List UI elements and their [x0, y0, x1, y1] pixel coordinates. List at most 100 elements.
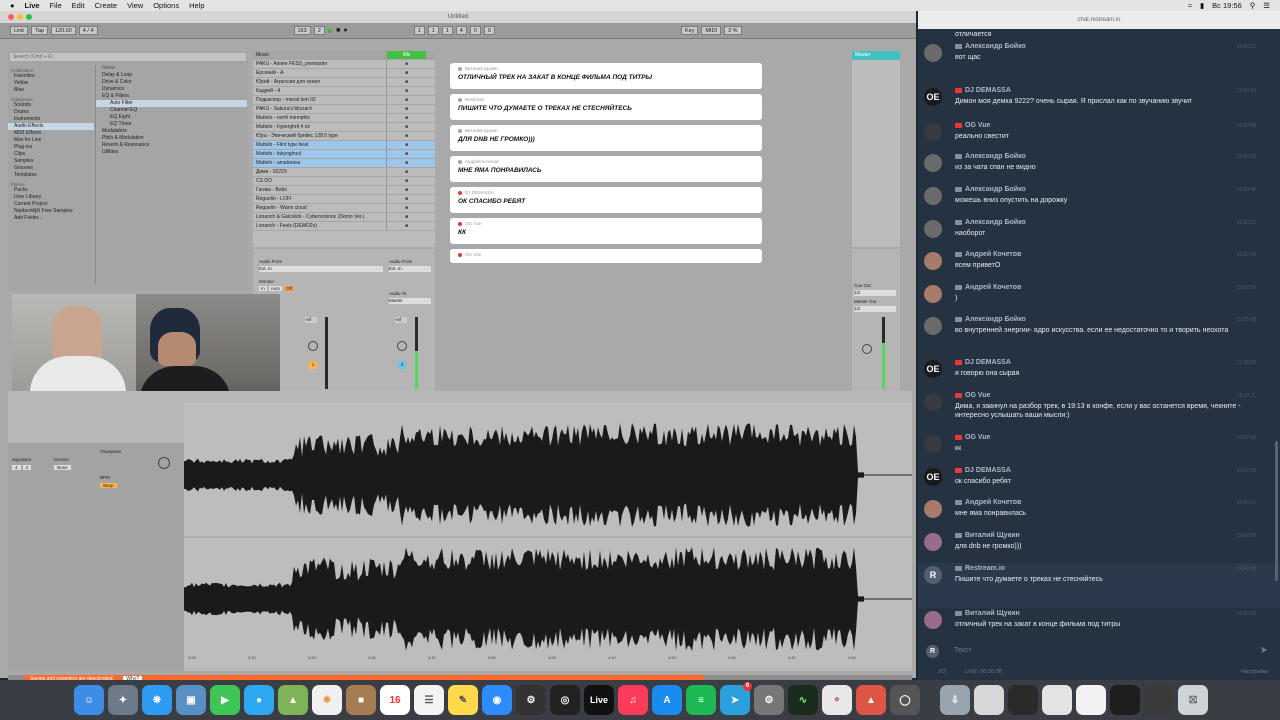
waveform-display[interactable] — [184, 403, 912, 667]
clip-stop-button[interactable]: ■ — [386, 123, 426, 131]
chat-message[interactable]: Александр Бойко 19:30:22 наоборот — [918, 217, 1280, 249]
collection-blue[interactable]: Blue — [8, 87, 94, 94]
recent-window-icon[interactable] — [1042, 685, 1072, 715]
clip-slot-row[interactable]: Подкаспер - menal tem 02 ■ — [253, 96, 435, 105]
obs-icon[interactable]: ◎ — [550, 685, 580, 715]
restream-icon[interactable]: ⚬ — [822, 685, 852, 715]
chat-author[interactable]: Александр Бойко — [965, 219, 1026, 226]
clip-name[interactable]: Mattelo - Flint type beat — [256, 141, 386, 149]
clip-name[interactable]: Ерсений - A — [256, 69, 386, 77]
loop-length-bar[interactable]: 4 — [455, 26, 467, 35]
clip-name[interactable]: Гагика - Bobs — [256, 186, 386, 194]
chat-message[interactable]: Андрей Кочетов 19:32:54 всем приветО — [918, 249, 1280, 282]
menu-file[interactable]: File — [50, 1, 62, 10]
menu-edit[interactable]: Edit — [72, 1, 85, 10]
chat-author[interactable]: DJ DEMASSA — [965, 87, 1011, 94]
zoom-icon[interactable]: ◉ — [482, 685, 512, 715]
clip-name[interactable]: Юра - Эпический брейкс 128.5 type — [256, 132, 386, 140]
loop-start-bar[interactable]: 1 — [413, 26, 425, 35]
chat-input[interactable]: Текст — [954, 647, 972, 654]
clip-slot-row[interactable]: Юра - Эпический брейкс 128.5 type ■ — [253, 132, 435, 141]
recent-window-icon[interactable] — [1076, 685, 1106, 715]
clip-slot-row[interactable]: Mattelo - hyperghrit 4 ox ■ — [253, 123, 435, 132]
apple-icon[interactable]: ● — [10, 1, 15, 10]
menubar-clock[interactable]: Вс 19:56 — [1212, 1, 1242, 10]
track-header-music[interactable]: Music Mic — [253, 51, 435, 60]
clip-stop-button[interactable]: ■ — [386, 87, 426, 95]
clip-stop-button[interactable]: ■ — [386, 168, 426, 176]
clip-name[interactable]: Mattelo - amaterasu — [256, 159, 386, 167]
clip-slot-row[interactable]: Ерсений - A ■ — [253, 69, 435, 78]
recent-window-icon[interactable] — [974, 685, 1004, 715]
chat-message[interactable]: Андрей Кочетов 19:32:59) — [918, 282, 1280, 314]
tap-button[interactable]: Tap — [31, 26, 48, 35]
chat-author[interactable]: Андрей Кочетов — [965, 284, 1021, 291]
chat-message[interactable]: OE DJ DEMASSA 19:36:26 я говорю она сырая — [918, 357, 1280, 390]
device-auto-filter[interactable]: Auto Filter — [96, 100, 247, 107]
cue-out-select[interactable]: 1/2 — [854, 290, 896, 296]
clip-name[interactable]: Подкаспер - menal tem 02 — [256, 96, 386, 104]
mic-pan-knob-icon[interactable] — [397, 341, 407, 351]
chat-author[interactable]: Александр Бойко — [965, 153, 1026, 160]
close-window-button[interactable] — [8, 14, 14, 20]
arrangement-pos-beat[interactable]: 2 — [313, 26, 325, 35]
mic-audio-from-select[interactable]: Ext. In — [389, 266, 431, 272]
chrome-icon[interactable]: ◯ — [890, 685, 920, 715]
calendar-icon[interactable]: 16 — [380, 685, 410, 715]
spotify-icon[interactable]: ≡ — [686, 685, 716, 715]
clip-slot-row[interactable]: PAKU - Aimee FESS_premaster ■ — [253, 60, 435, 69]
chat-message[interactable]: Виталий Щукин 19:42:58 для dnb не громко))… — [918, 530, 1280, 563]
chat-message[interactable]: Александр Бойко 19:29:35 из за чата спан н… — [918, 151, 1280, 184]
chat-author[interactable]: Андрей Кочетов — [965, 251, 1021, 258]
link-button[interactable]: Link — [10, 26, 29, 35]
clip-stop-button[interactable]: ■ — [386, 96, 426, 104]
clip-stop-button[interactable]: ■ — [386, 186, 426, 194]
downloads-folder-icon[interactable]: ⇩ — [940, 685, 970, 715]
signature-numerator[interactable]: 4 — [12, 465, 21, 470]
clip-slot-row[interactable]: PAKU - Sakura's blizzard ■ — [253, 105, 435, 114]
search-icon[interactable]: ⚲ — [1250, 1, 1256, 10]
safari-icon[interactable]: ❋ — [142, 685, 172, 715]
clip-stop-button[interactable]: ■ — [386, 132, 426, 140]
messages-icon[interactable]: ● — [244, 685, 274, 715]
app-store-icon[interactable]: A — [652, 685, 682, 715]
master-pan-knob-icon[interactable] — [862, 344, 872, 354]
system-prefs-icon[interactable]: ⚙ — [516, 685, 546, 715]
notes-icon[interactable]: ✎ — [448, 685, 478, 715]
chat-message[interactable]: Александр Бойко 19:35:48 во внутренней эне… — [918, 314, 1280, 357]
recent-window-icon[interactable] — [1008, 685, 1038, 715]
master-track-header[interactable]: Master — [852, 51, 900, 60]
wifi-icon[interactable]: ≈ — [1188, 1, 1192, 10]
disk-utility-icon[interactable]: ⚙ — [754, 685, 784, 715]
signature-denominator[interactable]: 4 — [22, 465, 32, 470]
category-templates[interactable]: Templates — [8, 172, 94, 179]
loop-length-sixteenth[interactable]: 0 — [483, 26, 495, 35]
clip-name[interactable]: Кадрей - 4 — [256, 87, 386, 95]
clip-stop-button[interactable]: ■ — [386, 222, 426, 230]
menu-create[interactable]: Create — [95, 1, 118, 10]
midi-map-button[interactable]: MIDI — [701, 26, 722, 35]
track-volume-field[interactable]: -inf — [305, 317, 317, 323]
clip-slot-row[interactable]: CS DO ■ — [253, 177, 435, 186]
clip-name[interactable]: Lonanch - Feels (DEMO2s) — [256, 222, 386, 230]
category-audio-effects[interactable]: Audio Effects — [8, 123, 94, 130]
track-header-mic[interactable]: Mic — [386, 51, 426, 59]
device-item[interactable]: EQ Three — [96, 121, 247, 128]
place-user-library[interactable]: User Library — [8, 194, 94, 201]
clip-stop-button[interactable]: ■ — [386, 159, 426, 167]
chat-message[interactable]: Андрей Кочетов 19:43:12 мне яма понравилас… — [918, 497, 1280, 530]
clip-stop-button[interactable]: ■ — [386, 150, 426, 158]
audio-from-select[interactable]: Ext. In — [259, 266, 383, 272]
chat-author[interactable]: Александр Бойко — [965, 316, 1026, 323]
folder-item[interactable]: Dynamics — [96, 86, 247, 93]
record-icon[interactable]: ● — [343, 27, 347, 34]
audio-to-select[interactable]: Master — [389, 298, 431, 304]
tempo-field[interactable]: 120.00 — [50, 26, 76, 35]
chat-author[interactable]: OG Vue — [965, 434, 990, 441]
chat-message[interactable]: OG Vue 19:29:58 реально свестит — [918, 120, 1280, 151]
track-activator-button[interactable]: 1 — [309, 361, 317, 369]
clip-name[interactable]: Юрий - Агрессия для хенил — [256, 78, 386, 86]
arrangement-pos-bar[interactable]: 153 — [293, 26, 311, 35]
chat-settings-button[interactable]: Настройки — [1241, 665, 1268, 679]
menu-help[interactable]: Help — [189, 1, 204, 10]
